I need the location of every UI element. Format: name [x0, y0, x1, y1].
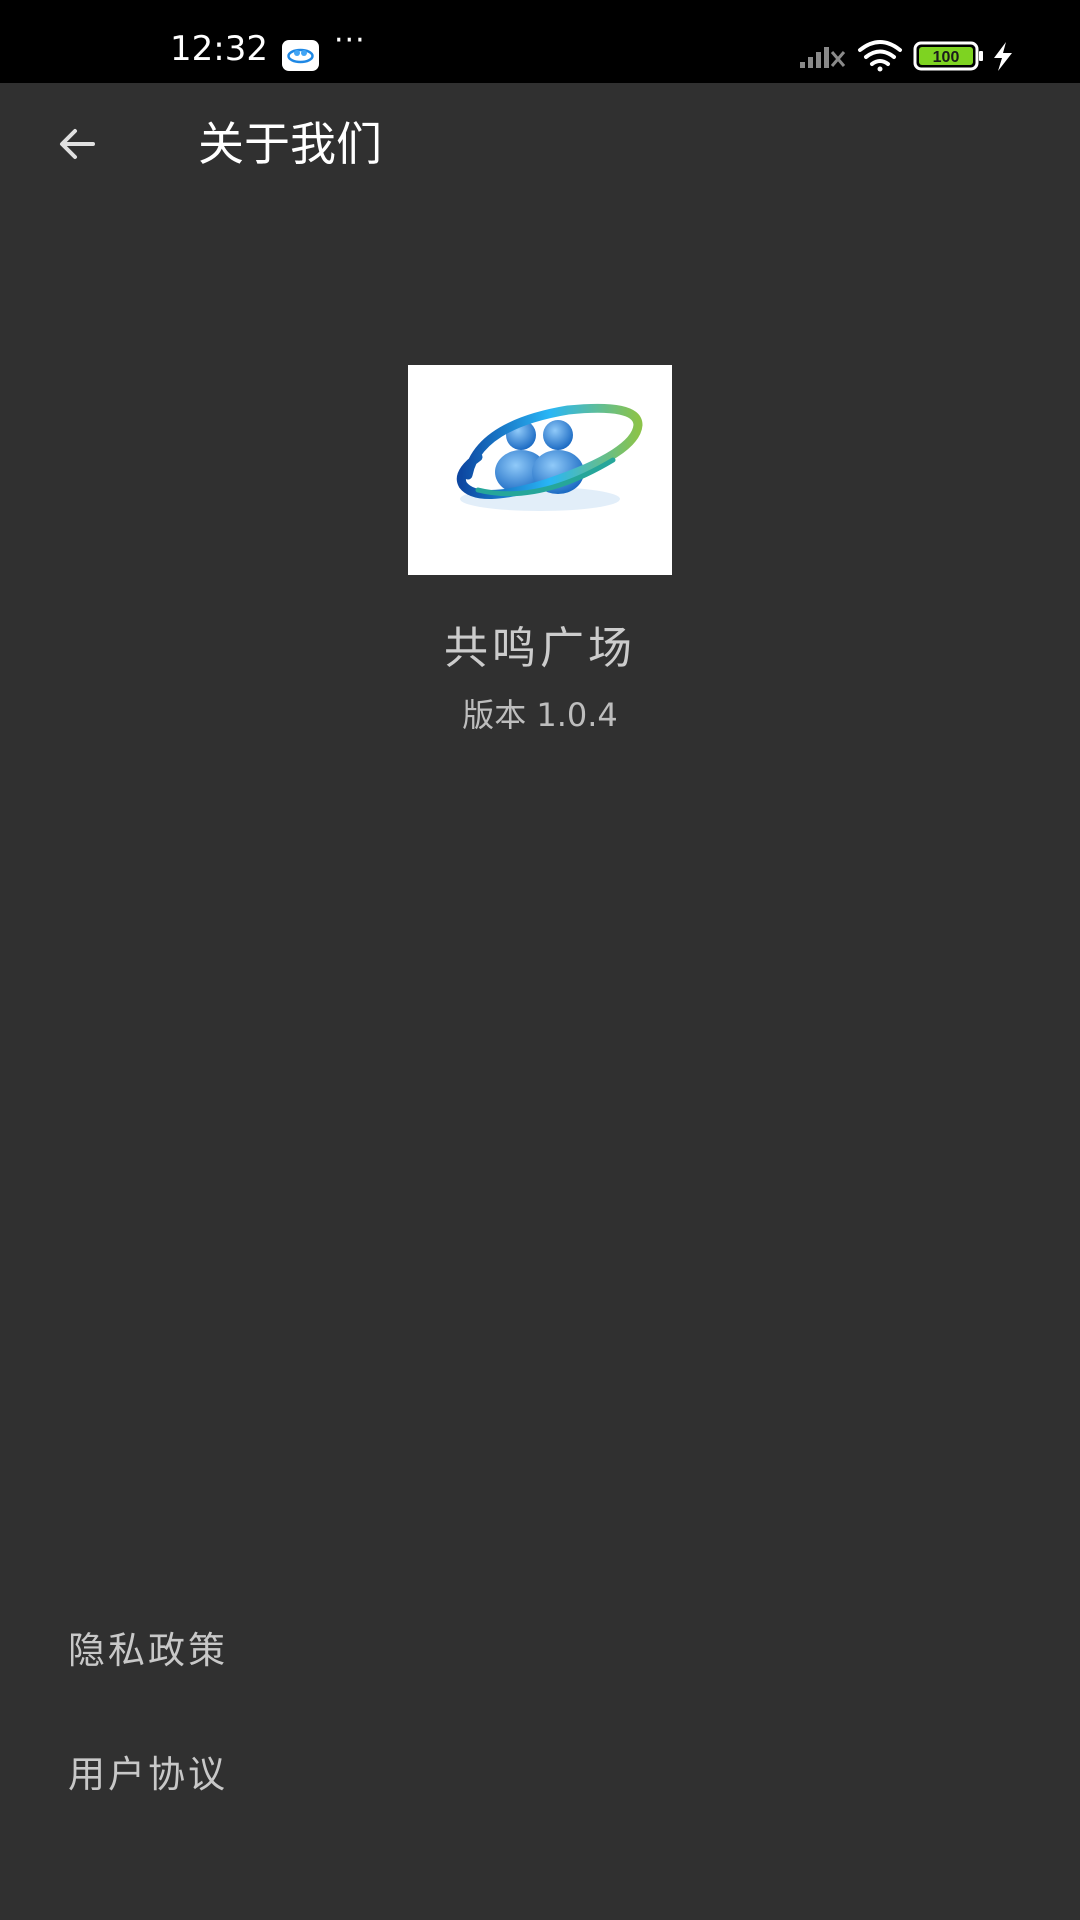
battery-icon: 100 [913, 41, 983, 71]
svg-text:100: 100 [933, 49, 960, 66]
charging-icon [994, 42, 1012, 71]
arrow-left-icon [60, 129, 95, 159]
privacy-policy-label: 隐私政策 [68, 1629, 228, 1672]
privacy-policy-link[interactable]: 隐私政策 [0, 1590, 1080, 1700]
status-time: 12:32 [170, 29, 268, 69]
app-notification-icon [282, 40, 319, 71]
app-version: 版本 1.0.4 [462, 696, 618, 734]
page-title: 关于我们 [198, 117, 382, 171]
app-name: 共鸣广场 [444, 623, 636, 674]
signal-icon [800, 47, 846, 68]
user-agreement-link[interactable]: 用户协议 [0, 1714, 1080, 1824]
back-button[interactable] [44, 111, 110, 177]
status-icons: 100 [800, 38, 1030, 74]
more-notifications-icon: ··· [334, 23, 366, 58]
wifi-icon [858, 40, 902, 72]
status-bar: 12:32 ··· 100 [0, 0, 1080, 83]
user-agreement-label: 用户协议 [68, 1753, 228, 1796]
app-bar: 关于我们 [0, 83, 1080, 209]
app-logo [408, 365, 672, 575]
